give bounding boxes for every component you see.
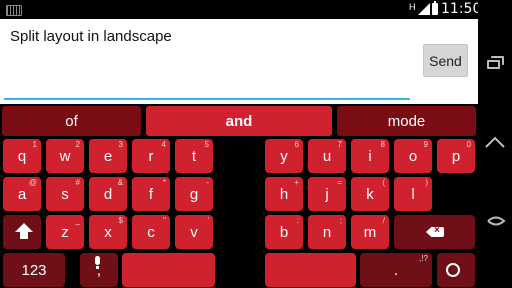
status-bar: H 11:50 [0,0,482,19]
suggestion-and[interactable]: and [146,106,332,136]
key-i[interactable]: 8i [351,139,389,173]
network-type-label: H [409,2,416,12]
key-s[interactable]: # s [46,177,84,211]
key-l[interactable]: ) l [394,177,432,211]
key-q[interactable]: 1q [3,139,41,173]
key-v[interactable]: ' v [175,215,213,249]
numbers-key[interactable]: 123 [3,253,65,287]
backspace-key[interactable]: × [394,215,475,249]
key-g[interactable]: -g [175,177,213,211]
recent-apps-icon[interactable] [487,56,504,69]
key-d[interactable]: & d [89,177,127,211]
key-w[interactable]: 2w [46,139,84,173]
shift-key[interactable] [3,215,41,249]
navigation-bar [478,0,512,288]
key-t[interactable]: 5t [175,139,213,173]
key-o[interactable]: 9o [394,139,432,173]
space-key-right[interactable] [265,253,356,287]
key-h[interactable]: + h [265,177,303,211]
backspace-icon: × [415,215,455,249]
key-k[interactable]: (k [351,177,389,211]
key-r[interactable]: 4r [132,139,170,173]
shift-icon [15,223,33,239]
key-u[interactable]: 7u [308,139,346,173]
suggestion-of[interactable]: of [2,106,141,136]
space-key-left[interactable] [122,253,215,287]
send-button[interactable]: Send [423,44,468,77]
key-j[interactable]: = j [308,177,346,211]
keyboard-icon [6,5,22,16]
key-f[interactable]: * f [132,177,170,211]
back-icon[interactable] [486,214,506,228]
comma-key[interactable]: , [80,253,118,287]
input-underline [4,98,410,100]
battery-icon [432,1,438,15]
keyboard: of and mode 1q 2w 3e 4r 5t 6y 7u 8i 9o 0… [0,104,478,288]
suggestion-mode[interactable]: mode [337,106,476,136]
key-a[interactable]: @ a [3,177,41,211]
signal-icon [418,3,430,15]
smiley-icon [446,263,460,277]
home-icon[interactable] [485,136,505,148]
key-n[interactable]: ; n [308,215,346,249]
compose-area: Split layout in landscape Send [0,19,478,104]
key-b[interactable]: :b [265,215,303,249]
key-z[interactable]: _ z [46,215,84,249]
key-p[interactable]: 0p [437,139,475,173]
emoji-key[interactable] [437,253,475,287]
key-x[interactable]: $ x [89,215,127,249]
key-c[interactable]: " c [132,215,170,249]
key-e[interactable]: 3e [89,139,127,173]
clock: 11:50 [441,1,482,17]
message-input[interactable]: Split layout in landscape [10,28,172,45]
key-y[interactable]: 6y [265,139,303,173]
punctuation-key[interactable]: ,!? . [360,253,432,287]
key-m[interactable]: / m [351,215,389,249]
